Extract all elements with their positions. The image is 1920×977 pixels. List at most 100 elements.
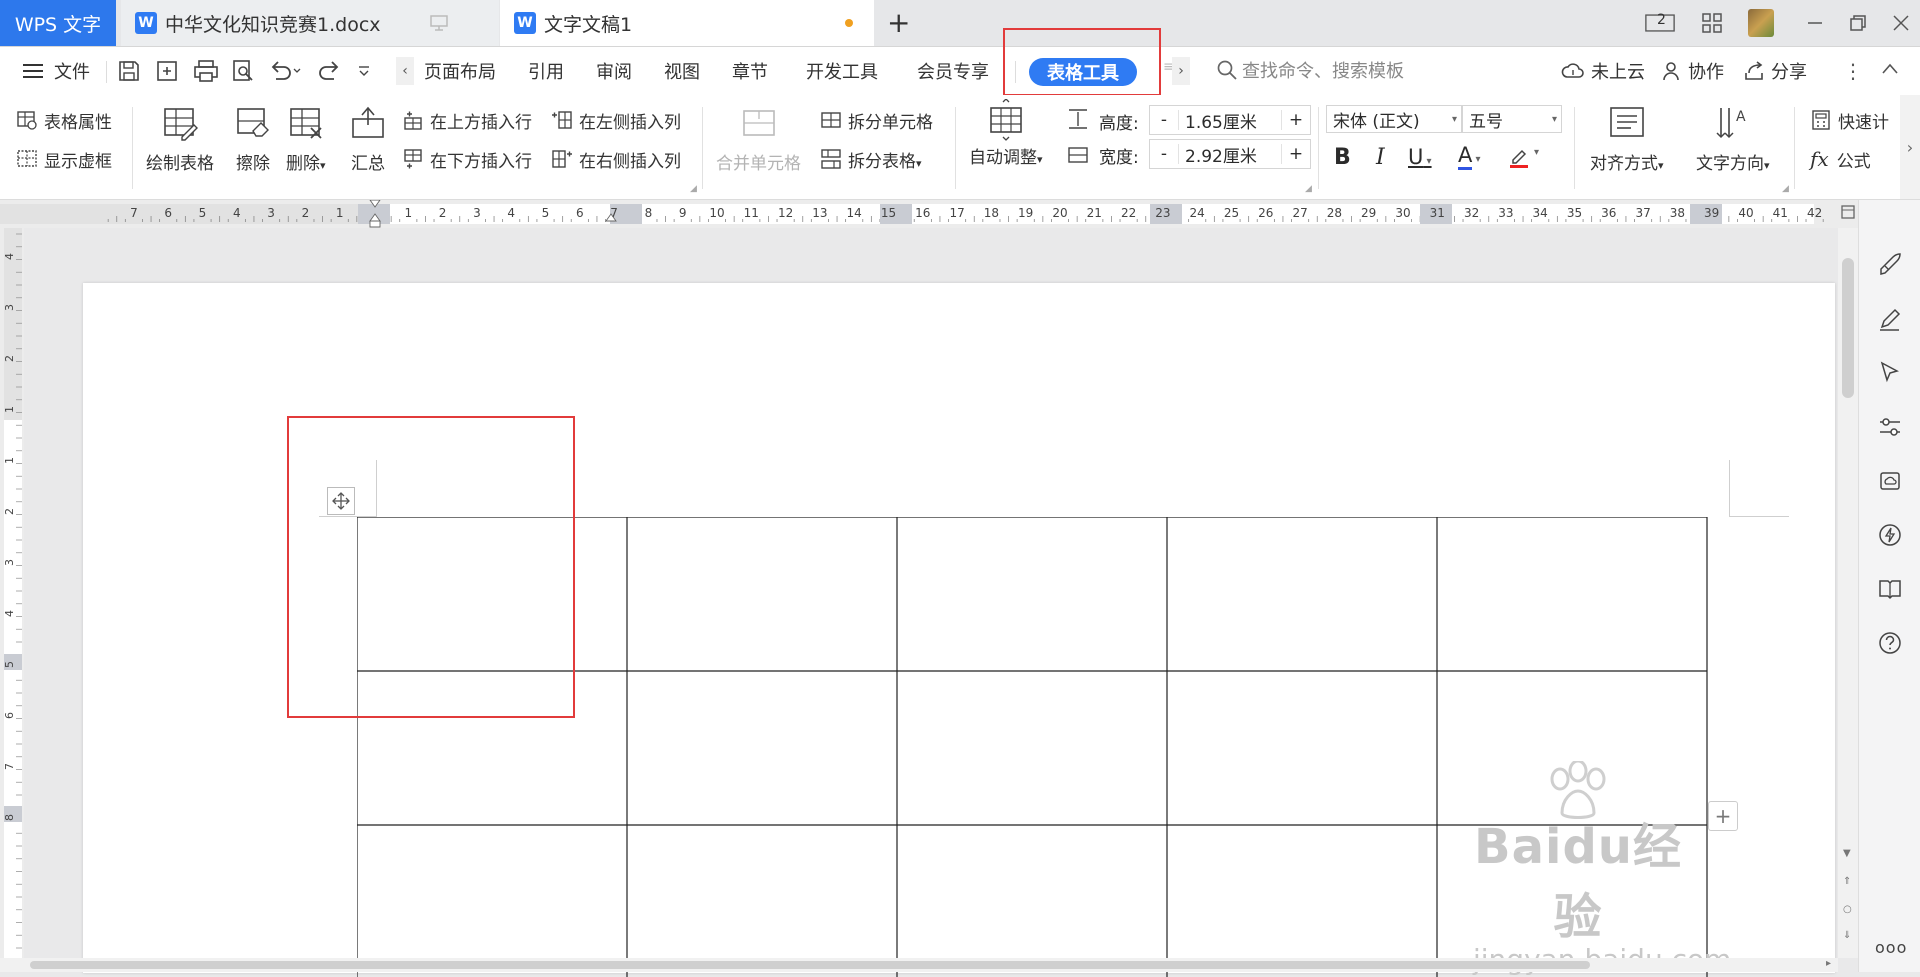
group-launcher-icon[interactable]: ◢ (690, 184, 697, 194)
customize-quick-access-icon[interactable] (356, 63, 372, 79)
group-launcher-icon[interactable]: ◢ (1782, 184, 1789, 194)
menu-scroll-left-button[interactable]: ‹ (396, 57, 414, 85)
insert-col-right-button[interactable]: 在右侧插入列 (551, 145, 681, 173)
draw-table-button[interactable]: 绘制表格 (146, 105, 214, 174)
cursor-icon[interactable] (1877, 360, 1903, 386)
height-label: 高度: (1099, 114, 1139, 134)
vertical-scrollbar[interactable]: ▼ ⇑ ○ ⇓ (1838, 228, 1858, 958)
underline-button[interactable]: U ▾ (1408, 145, 1432, 169)
formula-button[interactable]: fx 公式 (1810, 145, 1871, 173)
text-direction-button[interactable]: A 文字方向▾ (1696, 105, 1770, 174)
book-icon[interactable] (1877, 576, 1903, 602)
rocket-icon[interactable] (1877, 252, 1903, 278)
collapse-ribbon-icon[interactable] (1880, 61, 1900, 77)
document-tab-1[interactable]: W 中华文化知识竞赛1.docx (121, 0, 499, 46)
scroll-right-icon[interactable]: ▸ (1826, 958, 1831, 969)
insert-row-above-button[interactable]: 在上方插入行 (402, 106, 532, 134)
pen-icon[interactable] (1877, 306, 1903, 332)
align-button[interactable]: 对齐方式▾ (1590, 105, 1664, 174)
ruler-label: 2 (301, 206, 310, 220)
undo-icon[interactable] (268, 59, 302, 83)
font-size-select[interactable]: 五号 ▾ (1462, 105, 1562, 133)
share-button[interactable]: 分享 (1743, 47, 1807, 95)
document-tab-2[interactable]: W 文字文稿1 (500, 0, 874, 46)
command-search-box[interactable]: 查找命令、搜索模板 (1216, 57, 1404, 83)
prev-page-icon[interactable]: ⇑ (1843, 876, 1851, 887)
redo-icon[interactable] (318, 59, 342, 83)
menu-item-view[interactable]: 视图 (664, 47, 700, 95)
ruler-label: 1 (335, 206, 344, 220)
delete-button[interactable]: 删除▾ (286, 105, 326, 174)
vertical-ruler[interactable]: 4 3 2 1 1 2 3 4 5 6 7 8 (0, 228, 24, 958)
align-label: 对齐方式▾ (1590, 154, 1664, 174)
select-browse-icon[interactable]: ○ (1843, 904, 1852, 915)
more-options-icon[interactable]: ⋮ (1843, 59, 1863, 83)
width-value[interactable]: 2.92厘米 (1179, 142, 1281, 167)
width-increment-button[interactable]: + (1281, 144, 1310, 164)
menu-scroll-right-button[interactable]: › (1172, 57, 1190, 85)
more-icon[interactable]: ooo (1875, 938, 1907, 957)
split-cells-button[interactable]: 拆分单元格 (820, 106, 933, 134)
collaborate-button[interactable]: 协作 (1662, 47, 1724, 95)
scroll-down-icon[interactable]: ▼ (1843, 848, 1851, 859)
menu-item-references[interactable]: 引用 (528, 47, 564, 95)
height-decrement-button[interactable]: - (1150, 110, 1179, 130)
font-name-select[interactable]: 宋体 (正文) ▾ (1326, 105, 1462, 133)
formula-icon: fx (1810, 147, 1829, 171)
group-launcher-icon[interactable]: ◢ (1305, 184, 1312, 194)
auto-fit-button[interactable]: 自动调整▾ (969, 99, 1043, 168)
height-value[interactable]: 1.65厘米 (1179, 108, 1281, 133)
delete-table-icon (288, 105, 324, 141)
italic-button[interactable]: I (1376, 145, 1385, 170)
cloud-doc-icon[interactable] (1877, 468, 1903, 494)
font-color-button[interactable]: A ▾ (1458, 143, 1481, 170)
print-icon[interactable] (193, 59, 219, 83)
app-tab-wps[interactable]: WPS 文字 (0, 0, 116, 46)
multi-window-icon[interactable]: 2 (1645, 8, 1675, 38)
minimize-icon[interactable] (1800, 8, 1830, 38)
apps-grid-icon[interactable] (1697, 8, 1727, 38)
menu-item-page-layout[interactable]: 页面布局 (424, 47, 496, 95)
menu-item-member[interactable]: 会员专享 (917, 47, 989, 95)
erase-button[interactable]: 擦除 (235, 105, 271, 174)
horizontal-ruler[interactable]: ∟ 76543211234567891011121314151617181920… (0, 200, 1857, 228)
document-page[interactable]: + Baidu经验 jingyan.baidu.com (83, 283, 1835, 977)
height-increment-button[interactable]: + (1281, 110, 1310, 130)
save-icon[interactable] (117, 59, 141, 83)
print-preview-icon[interactable] (231, 59, 255, 83)
ribbon-scroll-right-button[interactable]: › (1900, 95, 1920, 199)
file-menu-button[interactable]: 文件 (22, 47, 90, 95)
table-properties-button[interactable]: 表格属性 (16, 106, 112, 134)
split-table-button[interactable]: 拆分表格▾ (820, 145, 922, 173)
scrollbar-thumb[interactable] (1842, 258, 1854, 398)
menu-item-review[interactable]: 审阅 (596, 47, 632, 95)
help-icon[interactable] (1877, 630, 1903, 656)
width-decrement-button[interactable]: - (1150, 144, 1179, 164)
restore-icon[interactable] (1843, 8, 1873, 38)
new-tab-button[interactable]: + (887, 6, 910, 39)
scrollbar-thumb[interactable] (30, 961, 1590, 969)
insert-col-left-button[interactable]: 在左侧插入列 (551, 106, 681, 134)
merge-cells-label: 合并单元格 (716, 154, 801, 174)
merge-cells-button[interactable]: 合并单元格 (716, 105, 801, 174)
menu-item-chapter[interactable]: 章节 (732, 47, 768, 95)
cloud-status-button[interactable]: 未上云 (1561, 47, 1645, 95)
user-avatar[interactable] (1748, 9, 1774, 37)
export-icon[interactable] (155, 59, 179, 83)
column-width-field[interactable]: - 2.92厘米 + (1149, 139, 1311, 169)
quick-calc-button[interactable]: 快速计 (1810, 106, 1889, 134)
highlight-color-button[interactable]: ▾ (1508, 145, 1539, 169)
lightning-icon[interactable] (1877, 522, 1903, 548)
close-icon[interactable] (1886, 8, 1916, 38)
menu-item-developer[interactable]: 开发工具 (806, 47, 878, 95)
row-height-field[interactable]: - 1.65厘米 + (1149, 105, 1311, 135)
horizontal-scrollbar[interactable]: ▸ (0, 958, 1838, 972)
bold-button[interactable]: B (1334, 145, 1351, 170)
insert-row-below-button[interactable]: 在下方插入行 (402, 145, 532, 173)
add-column-button[interactable]: + (1708, 801, 1738, 831)
next-page-icon[interactable]: ⇓ (1843, 930, 1851, 941)
sliders-icon[interactable] (1877, 414, 1903, 440)
ruler-toggle[interactable] (1838, 200, 1858, 228)
show-gridlines-button[interactable]: 显示虚框 (16, 145, 112, 173)
summary-button[interactable]: 汇总 (350, 105, 386, 174)
